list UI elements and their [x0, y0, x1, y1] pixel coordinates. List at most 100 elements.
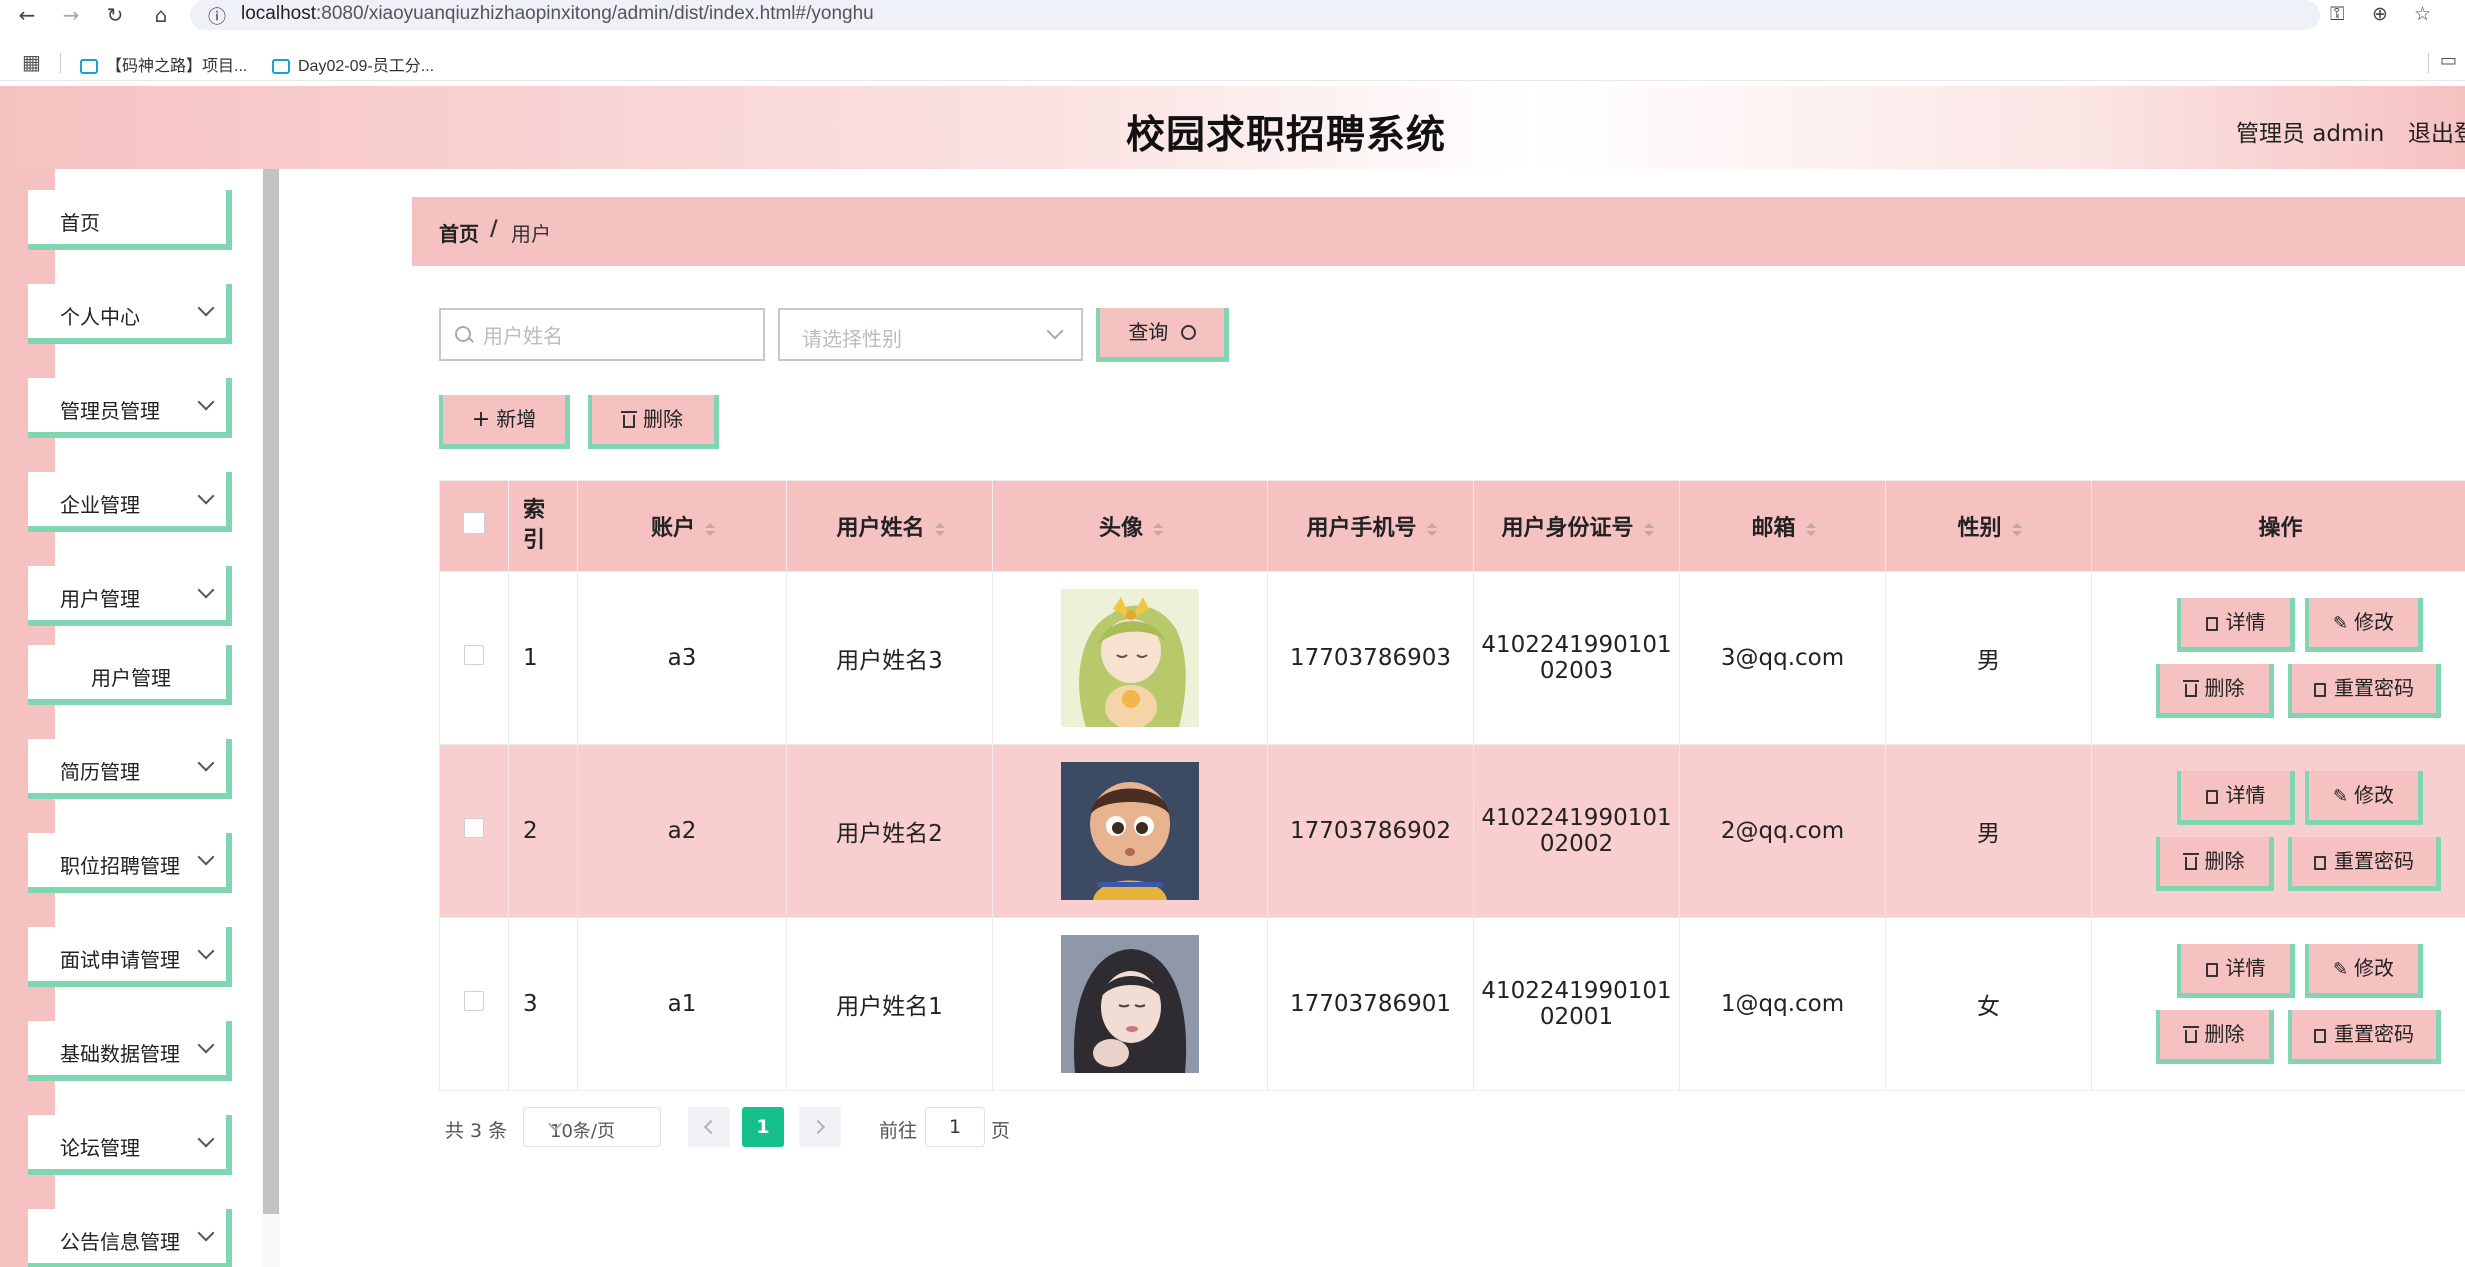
goto-page-input[interactable]: 1	[925, 1107, 985, 1147]
sort-icon[interactable]	[934, 522, 945, 536]
delete-button-label: 删除	[2204, 676, 2245, 700]
url-host: localhost	[241, 3, 316, 24]
apps-grid-icon[interactable]: ▦	[22, 50, 41, 74]
row-checkbox[interactable]	[464, 818, 484, 838]
cell-avatar	[992, 744, 1268, 918]
sort-icon[interactable]	[1805, 522, 1816, 536]
sidebar-subitem-user-management[interactable]: 用户管理	[28, 645, 232, 705]
row-checkbox[interactable]	[464, 645, 484, 665]
sidebar-item-company-management[interactable]: 企业管理	[28, 472, 232, 532]
row-checkbox[interactable]	[464, 991, 484, 1011]
cell-email: 2@qq.com	[1679, 744, 1886, 918]
breadcrumb-home[interactable]: 首页	[439, 218, 479, 247]
query-button[interactable]: 查询	[1096, 308, 1229, 362]
search-icon	[1180, 325, 1196, 340]
password-key-icon[interactable]: ⚿	[2330, 3, 2344, 25]
back-icon[interactable]: ←	[12, 3, 42, 27]
sidebar-item-notice-management[interactable]: 公告信息管理	[28, 1209, 232, 1267]
header-idcard[interactable]: 用户身份证号	[1473, 480, 1680, 572]
sidebar-item-base-data-management[interactable]: 基础数据管理	[28, 1021, 232, 1081]
prev-page-button[interactable]	[688, 1107, 730, 1147]
cell-account: a1	[577, 917, 787, 1091]
sidebar-item-user-management[interactable]: 用户管理	[28, 566, 232, 626]
sidebar-item-personal-center[interactable]: 个人中心	[28, 284, 232, 344]
zoom-icon[interactable]: ⊕	[2372, 3, 2388, 25]
page-size-select[interactable]: 10条/页	[523, 1107, 661, 1147]
idcard-line-2: 02001	[1539, 1004, 1614, 1030]
edit-button[interactable]: ✎ 修改	[2305, 771, 2423, 825]
table-row: 1 a3 用户姓名3 17703786903 4102241990101 0200…	[439, 571, 2465, 745]
name-search-field[interactable]	[439, 308, 765, 361]
sidebar-item-forum-management[interactable]: 论坛管理	[28, 1115, 232, 1175]
chevron-down-icon	[197, 1130, 215, 1148]
document-icon	[2205, 790, 2218, 804]
select-all-checkbox[interactable]	[463, 512, 485, 534]
sort-icon[interactable]	[1426, 522, 1437, 536]
logout-link[interactable]: 退出登录	[2408, 114, 2465, 148]
add-button[interactable]: + 新增	[439, 395, 570, 449]
header-account[interactable]: 账户	[577, 480, 787, 572]
sort-icon[interactable]	[705, 522, 715, 536]
detail-button[interactable]: 详情	[2177, 598, 2295, 652]
bookmark-item[interactable]: 【码神之路】项目...	[80, 52, 247, 76]
detail-button[interactable]: 详情	[2177, 944, 2295, 998]
site-info-icon[interactable]: ⓘ	[208, 3, 226, 29]
sort-icon[interactable]	[1643, 522, 1654, 536]
bookmark-star-icon[interactable]: ☆	[2414, 3, 2431, 25]
home-icon[interactable]: ⌂	[146, 3, 176, 27]
bookmarks-divider	[2428, 53, 2429, 73]
avatar-image[interactable]	[1061, 762, 1199, 900]
admin-user-label: 管理员 admin	[2236, 121, 2385, 147]
reload-icon[interactable]: ↻	[100, 3, 130, 27]
sidebar-scrollbar-thumb[interactable]	[263, 169, 279, 1214]
cell-avatar	[992, 571, 1268, 745]
edit-button[interactable]: ✎ 修改	[2305, 944, 2423, 998]
bookmarks-bar: ▦ 【码神之路】项目... Day02-09-员工分... ▭	[0, 42, 2465, 81]
avatar-image[interactable]	[1061, 589, 1199, 727]
header-avatar[interactable]: 头像	[992, 480, 1268, 572]
header-email-label: 邮箱	[1751, 516, 1796, 541]
sort-icon[interactable]	[1153, 522, 1163, 536]
plus-icon: +	[471, 407, 491, 432]
header-email[interactable]: 邮箱	[1679, 480, 1886, 572]
sidebar-item-home[interactable]: 首页	[28, 190, 232, 250]
delete-button[interactable]: 删除	[2156, 837, 2274, 891]
forward-icon[interactable]: →	[56, 3, 86, 27]
reset-password-button[interactable]: 重置密码	[2288, 837, 2441, 891]
sort-icon[interactable]	[2011, 522, 2022, 536]
document-icon	[2314, 683, 2326, 697]
header-gender[interactable]: 性别	[1885, 480, 2092, 572]
delete-button[interactable]: 删除	[2156, 1010, 2274, 1064]
delete-button-label: 删除	[2204, 849, 2245, 873]
sidebar-item-interview-management[interactable]: 面试申请管理	[28, 927, 232, 987]
edit-button[interactable]: ✎ 修改	[2305, 598, 2423, 652]
name-search-input[interactable]	[481, 310, 755, 361]
chevron-left-icon	[703, 1119, 719, 1135]
bookmark-item[interactable]: Day02-09-员工分...	[272, 52, 434, 76]
reset-password-button[interactable]: 重置密码	[2288, 664, 2441, 718]
header-name[interactable]: 用户姓名	[786, 480, 993, 572]
cell-actions: 详情 ✎ 修改 删除 重置密码	[2091, 917, 2465, 1091]
next-page-button[interactable]	[799, 1107, 841, 1147]
header-phone[interactable]: 用户手机号	[1267, 480, 1474, 572]
header-actions-label: 操作	[2258, 516, 2303, 541]
detail-button[interactable]: 详情	[2177, 771, 2295, 825]
reset-password-button[interactable]: 重置密码	[2288, 1010, 2441, 1064]
sidebar-item-admin-management[interactable]: 管理员管理	[28, 378, 232, 438]
row-actions: 详情 ✎ 修改 删除 重置密码	[2092, 918, 2465, 1090]
gender-select[interactable]: 请选择性别	[778, 308, 1083, 361]
trash-icon	[2182, 1026, 2199, 1043]
folder-icon[interactable]: ▭	[2440, 50, 2457, 71]
avatar-image[interactable]	[1061, 935, 1199, 1073]
delete-button[interactable]: 删除	[2156, 664, 2274, 718]
detail-button-label: 详情	[2225, 783, 2266, 807]
page-number-current[interactable]: 1	[742, 1107, 784, 1147]
batch-delete-button[interactable]: 删除	[588, 395, 719, 449]
sidebar-item-job-management[interactable]: 职位招聘管理	[28, 833, 232, 893]
sidebar-item-resume-management[interactable]: 简历管理	[28, 739, 232, 799]
chevron-down-icon	[197, 942, 215, 960]
url-text[interactable]: localhost:8080/xiaoyuanqiuzhizhaopinxito…	[241, 3, 874, 25]
document-icon	[2314, 856, 2326, 870]
pencil-icon: ✎	[2332, 786, 2349, 807]
cell-name: 用户姓名2	[786, 744, 993, 918]
